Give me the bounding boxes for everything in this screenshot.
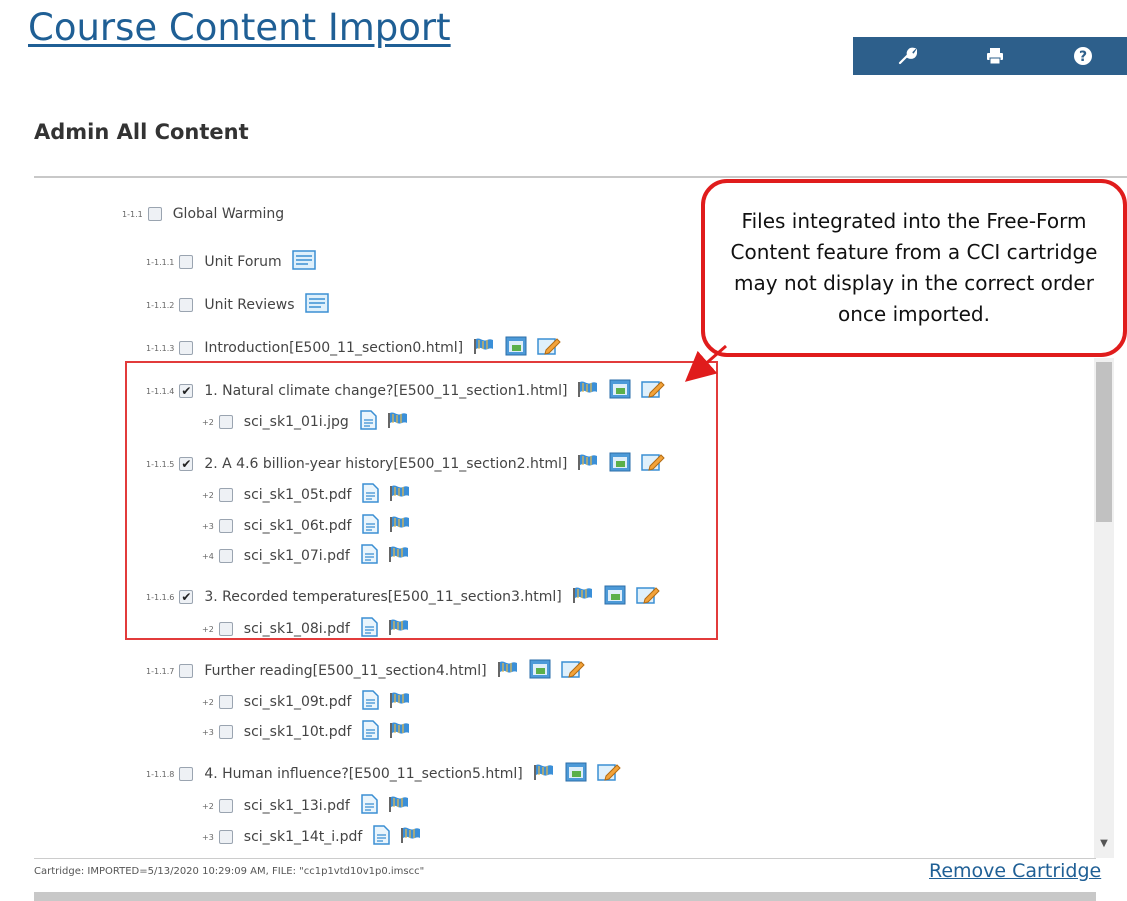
tree-item-checkbox[interactable] bbox=[179, 298, 194, 312]
tree-row: 1-1.1.7 Further reading[E500_11_section4.… bbox=[146, 659, 585, 683]
page-title: Course Content Import bbox=[28, 6, 451, 49]
tree-item-number: +3 bbox=[202, 727, 214, 737]
flag-icon[interactable] bbox=[388, 795, 410, 817]
tree-item-label: 4. Human influence?[E500_11_section5.htm… bbox=[204, 766, 523, 782]
tree-item-number: 1-1.1 bbox=[122, 209, 143, 219]
document-icon[interactable] bbox=[361, 690, 380, 714]
tree-item-number: +2 bbox=[202, 697, 214, 707]
toolbar: ? bbox=[853, 37, 1127, 75]
tree-item-label: sci_sk1_09t.pdf bbox=[243, 694, 352, 710]
flag-icon[interactable] bbox=[533, 763, 555, 785]
flag-icon[interactable] bbox=[389, 691, 411, 713]
tree-item-number: +3 bbox=[202, 832, 214, 842]
tree-item-checkbox[interactable] bbox=[218, 830, 233, 844]
tree-item-checkbox[interactable] bbox=[179, 664, 194, 678]
tree-item-checkbox[interactable] bbox=[218, 695, 233, 709]
tree-item-number: 1-1.1.3 bbox=[146, 343, 175, 353]
scrollbar-thumb[interactable] bbox=[1096, 362, 1112, 522]
tree-item-label: Unit Forum bbox=[204, 254, 282, 270]
remove-cartridge-link[interactable]: Remove Cartridge bbox=[929, 860, 1101, 882]
cartridge-info: Cartridge: IMPORTED=5/13/2020 10:29:09 A… bbox=[34, 866, 425, 877]
edit-icon[interactable] bbox=[537, 336, 561, 360]
tree-item-number: 1-1.1.7 bbox=[146, 666, 175, 676]
document-icon[interactable] bbox=[372, 825, 391, 849]
flag-icon[interactable] bbox=[389, 721, 411, 743]
forum-icon[interactable] bbox=[304, 293, 329, 317]
tree-item-number: +2 bbox=[202, 801, 214, 811]
document-icon[interactable] bbox=[361, 720, 380, 744]
page-icon[interactable] bbox=[505, 336, 527, 360]
tree-item-checkbox[interactable] bbox=[218, 725, 233, 739]
tree-item-checkbox[interactable] bbox=[147, 207, 162, 221]
footer-divider bbox=[34, 858, 1096, 859]
tree-item-number: 1-1.1.2 bbox=[146, 300, 175, 310]
tree-item-checkbox[interactable] bbox=[179, 341, 194, 355]
forum-icon[interactable] bbox=[291, 250, 316, 274]
tree-item-checkbox[interactable] bbox=[218, 799, 233, 813]
tree-item-label: Further reading[E500_11_section4.html] bbox=[204, 663, 487, 679]
tree-row: +3 sci_sk1_14t_i.pdf bbox=[202, 825, 422, 849]
tree-item-label: Unit Reviews bbox=[204, 297, 295, 313]
section-title: Admin All Content bbox=[34, 120, 249, 144]
tree-row: 1-1.1.3 Introduction[E500_11_section0.htm… bbox=[146, 336, 561, 360]
tree-item-checkbox[interactable] bbox=[179, 767, 194, 781]
tree-item-label: Global Warming bbox=[172, 206, 285, 222]
tree-row: 1-1.1.8 4. Human influence?[E500_11_secti… bbox=[146, 762, 621, 786]
page-icon[interactable] bbox=[565, 762, 587, 786]
print-icon[interactable] bbox=[982, 43, 1008, 69]
tree-row: +2 sci_sk1_13i.pdf bbox=[202, 794, 410, 818]
scroll-down-arrow[interactable]: ▼ bbox=[1097, 838, 1111, 852]
tree-item-number: 1-1.1.8 bbox=[146, 769, 175, 779]
flag-icon[interactable] bbox=[400, 826, 422, 848]
edit-icon[interactable] bbox=[597, 762, 621, 786]
svg-text:?: ? bbox=[1079, 49, 1087, 65]
tree-row: 1-1.1.2 Unit Reviews bbox=[146, 293, 329, 317]
callout-note: Files integrated into the Free-Form Cont… bbox=[701, 179, 1127, 357]
tree-item-label: sci_sk1_14t_i.pdf bbox=[243, 829, 363, 845]
tree-row: +3 sci_sk1_10t.pdf bbox=[202, 720, 411, 744]
tree-row: +2 sci_sk1_09t.pdf bbox=[202, 690, 411, 714]
flag-icon[interactable] bbox=[497, 660, 519, 682]
wrench-icon[interactable] bbox=[894, 43, 920, 69]
tree-item-label: sci_sk1_10t.pdf bbox=[243, 724, 352, 740]
help-icon[interactable]: ? bbox=[1070, 43, 1096, 69]
page-icon[interactable] bbox=[529, 659, 551, 683]
flag-icon[interactable] bbox=[473, 337, 495, 359]
tree-item-checkbox[interactable] bbox=[179, 255, 194, 269]
document-icon[interactable] bbox=[360, 794, 378, 818]
callout-text: Files integrated into the Free-Form Cont… bbox=[730, 209, 1098, 326]
tree-row: 1-1.1.1 Unit Forum bbox=[146, 250, 316, 274]
tree-row: 1-1.1 Global Warming bbox=[122, 206, 284, 222]
tree-item-label: Introduction[E500_11_section0.html] bbox=[204, 340, 464, 356]
divider bbox=[34, 176, 1127, 178]
bottom-scrollbar[interactable] bbox=[34, 892, 1096, 901]
tree-item-label: sci_sk1_13i.pdf bbox=[243, 798, 350, 814]
tree-item-number: 1-1.1.1 bbox=[146, 257, 175, 267]
highlight-box bbox=[125, 361, 718, 640]
edit-icon[interactable] bbox=[560, 659, 585, 683]
